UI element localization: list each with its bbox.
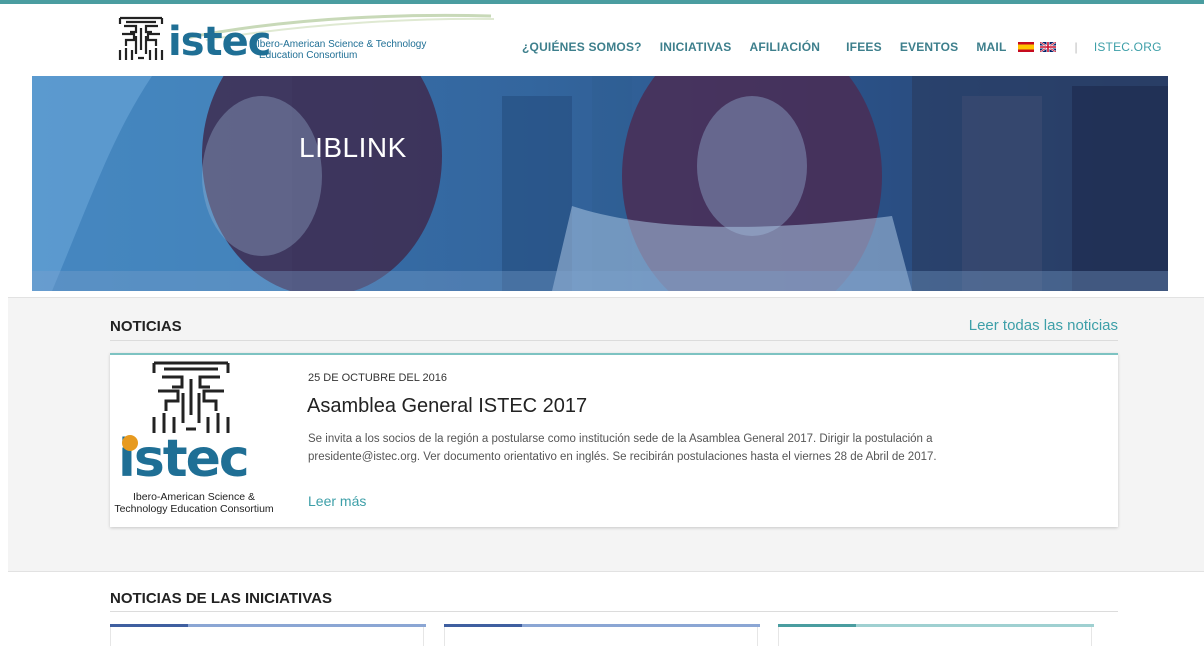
read-all-news-link[interactable]: Leer todas las noticias xyxy=(969,317,1118,334)
news-card: istec Ibero-American Science & Technolog… xyxy=(110,353,1118,527)
hero-title: LIBLINK xyxy=(299,132,407,163)
news-title[interactable]: Asamblea General ISTEC 2017 xyxy=(307,395,587,418)
main-nav: ¿QUIÉNES SOMOS? INICIATIVAS AFILIACIÓN I… xyxy=(522,37,1162,57)
caption-line1: Ibero-American Science & xyxy=(133,491,255,503)
nav-quienes-somos[interactable]: ¿QUIÉNES SOMOS? xyxy=(522,40,642,54)
logo-tagline-line2: Education Consortium xyxy=(259,50,358,61)
news-divider xyxy=(110,340,1118,341)
initiative-card-1[interactable] xyxy=(110,624,426,646)
news-card-logo-caption: Ibero-American Science & Technology Educ… xyxy=(110,491,278,515)
initiatives-section-title: NOTICIAS DE LAS INICIATIVAS xyxy=(110,590,332,607)
initiative-card-3-accent xyxy=(778,624,1094,627)
spain-flag-icon[interactable] xyxy=(1018,42,1035,52)
read-more-link[interactable]: Leer más xyxy=(308,493,366,509)
maze-emblem-icon xyxy=(118,16,164,62)
logo-tagline: Ibero-American Science & Technology Educ… xyxy=(257,39,426,61)
istec-logo[interactable]: istec Ibero-American Science & Technolog… xyxy=(116,13,496,70)
nav-ifees[interactable]: IFEES xyxy=(846,40,882,54)
initiative-card-2-accent xyxy=(444,624,760,627)
nav-eventos[interactable]: EVENTOS xyxy=(900,40,959,54)
initiative-card-3[interactable] xyxy=(778,624,1094,646)
logo-wordmark: istec xyxy=(168,19,271,65)
initiatives-divider xyxy=(110,611,1118,612)
nav-mail[interactable]: MAIL xyxy=(976,40,1006,54)
nav-iniciativas[interactable]: INICIATIVAS xyxy=(660,40,732,54)
nav-afiliacion[interactable]: AFILIACIÓN xyxy=(749,40,820,54)
hero-photo xyxy=(32,76,1168,291)
nav-istec-org-link[interactable]: ISTEC.ORG xyxy=(1094,40,1162,54)
nav-separator: | xyxy=(1074,40,1078,54)
news-card-image[interactable]: istec Ibero-American Science & Technolog… xyxy=(110,355,278,525)
news-section-title: NOTICIAS xyxy=(110,318,182,335)
site-header: istec Ibero-American Science & Technolog… xyxy=(0,4,1204,76)
initiatives-section-header: NOTICIAS DE LAS INICIATIVAS xyxy=(110,590,1118,612)
uk-flag-icon[interactable] xyxy=(1040,42,1057,52)
logo-tagline-line1: Ibero-American Science & Technology xyxy=(257,39,427,50)
orange-dot-icon xyxy=(122,435,138,451)
hero-banner: LIBLINK xyxy=(32,76,1168,291)
initiative-card-1-accent xyxy=(110,624,426,627)
news-body: Se invita a los socios de la región a po… xyxy=(308,433,937,463)
news-section-header: NOTICIAS Leer todas las noticias xyxy=(110,317,1118,340)
caption-line2: Technology Education Consortium xyxy=(114,503,274,515)
initiative-card-2[interactable] xyxy=(444,624,760,646)
news-date: 25 DE OCTUBRE DEL 2016 xyxy=(308,372,447,384)
maze-emblem-icon xyxy=(152,361,230,433)
